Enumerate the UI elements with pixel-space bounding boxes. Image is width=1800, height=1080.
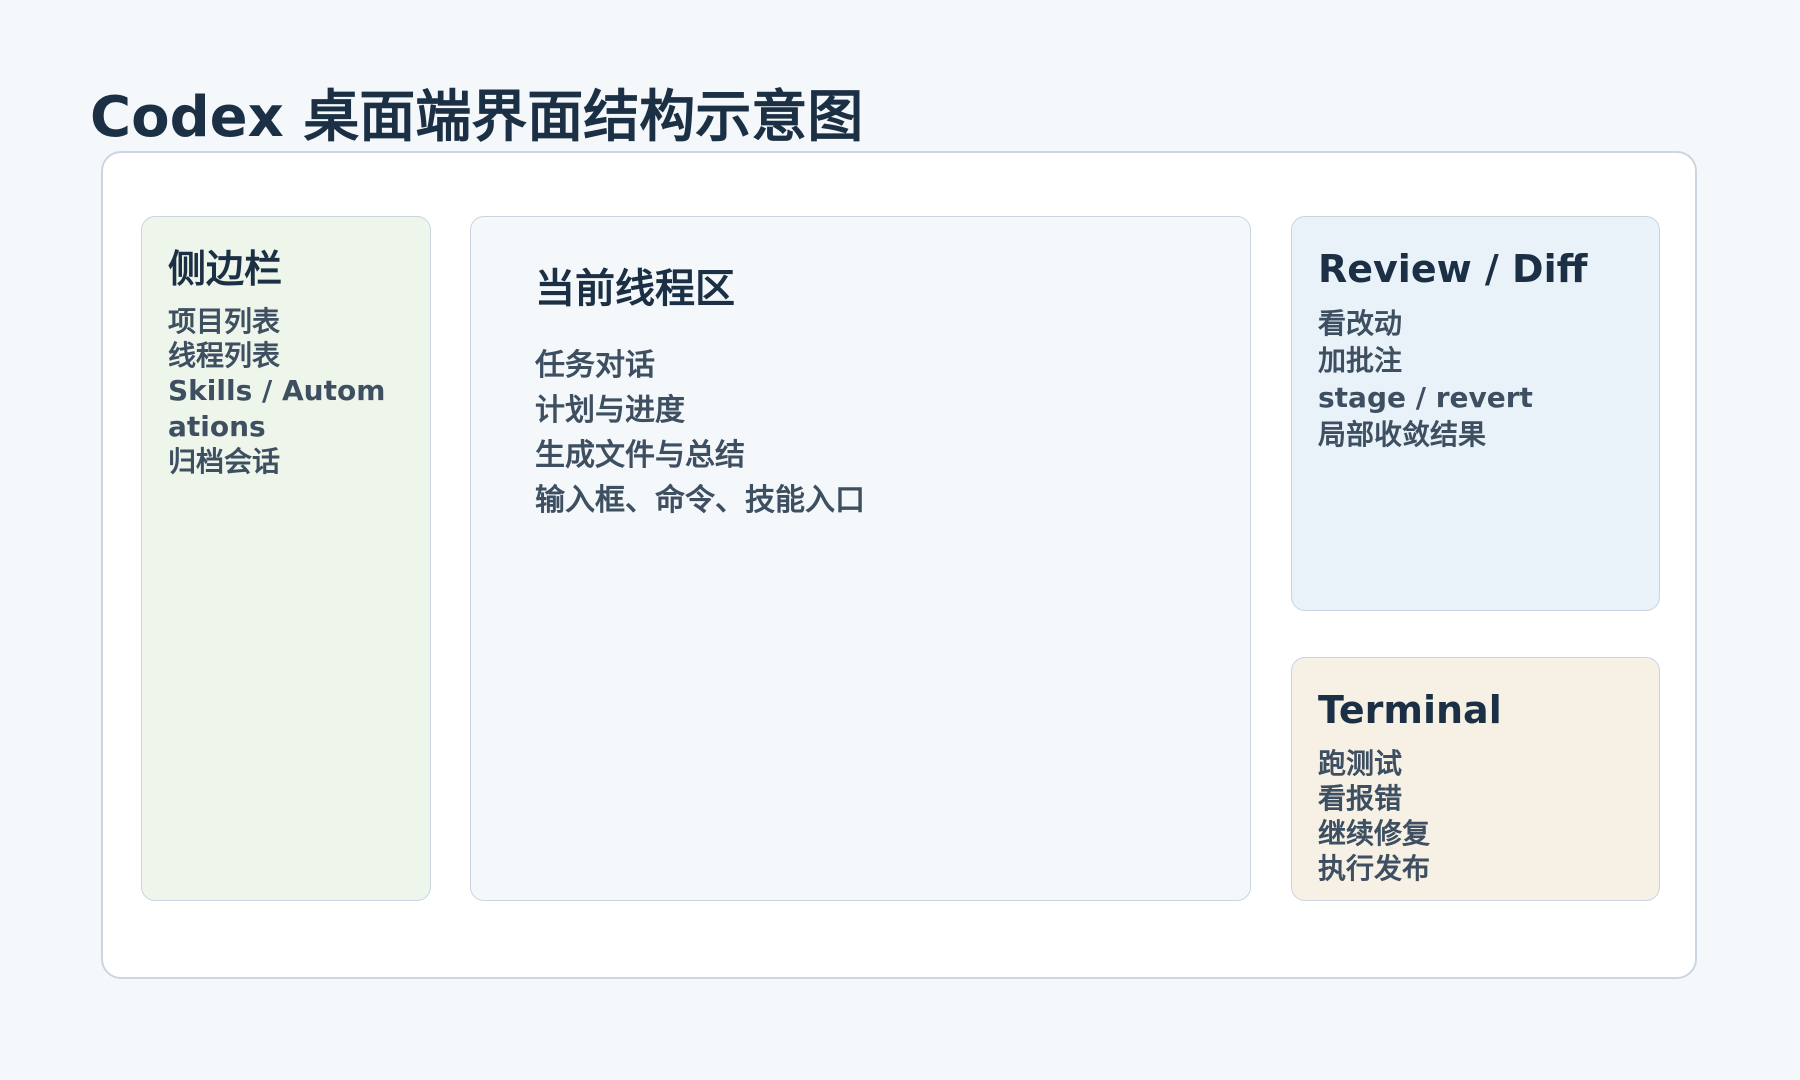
review-diff-title: Review / Diff	[1318, 247, 1588, 291]
terminal-panel: Terminal 跑测试 看报错 继续修复 执行发布	[1291, 657, 1660, 901]
sidebar-item-threads: 线程列表	[168, 339, 281, 372]
main-item-files-summary: 生成文件与总结	[535, 438, 745, 473]
terminal-item-release: 执行发布	[1318, 852, 1431, 885]
sidebar-title: 侧边栏	[168, 247, 283, 291]
main-thread-title: 当前线程区	[535, 266, 735, 312]
terminal-item-view-errors: 看报错	[1318, 782, 1403, 815]
main-item-plan-progress: 计划与进度	[535, 393, 685, 428]
main-thread-panel: 当前线程区 任务对话 计划与进度 生成文件与总结 输入框、命令、技能入口	[470, 216, 1251, 901]
review-item-converge: 局部收敛结果	[1318, 418, 1487, 451]
review-diff-list: 看改动 加批注 stage / revert 局部收敛结果	[1318, 305, 1633, 453]
main-item-task-dialog: 任务对话	[535, 348, 655, 383]
terminal-item-continue-fix: 继续修复	[1318, 817, 1431, 850]
sidebar-item-archived: 归档会话	[168, 445, 281, 478]
terminal-item-run-tests: 跑测试	[1318, 747, 1403, 780]
sidebar-item-projects: 项目列表	[168, 305, 281, 338]
page-title: Codex 桌面端界面结构示意图	[90, 85, 864, 150]
sidebar-panel: 侧边栏 项目列表 线程列表 Skills / Automations 归档会话	[141, 216, 431, 901]
sidebar-list: 项目列表 线程列表 Skills / Automations 归档会话	[168, 305, 404, 479]
review-item-view-changes: 看改动	[1318, 307, 1403, 340]
review-item-stage-revert: stage / revert	[1318, 381, 1533, 414]
main-item-input-commands: 输入框、命令、技能入口	[535, 483, 865, 518]
terminal-list: 跑测试 看报错 继续修复 执行发布	[1318, 746, 1633, 886]
terminal-title: Terminal	[1318, 688, 1502, 732]
main-thread-list: 任务对话 计划与进度 生成文件与总结 输入框、命令、技能入口	[535, 343, 1186, 523]
review-diff-panel: Review / Diff 看改动 加批注 stage / revert 局部收…	[1291, 216, 1660, 611]
review-item-annotate: 加批注	[1318, 344, 1403, 377]
sidebar-item-skills-automations: Skills / Automations	[168, 374, 386, 443]
